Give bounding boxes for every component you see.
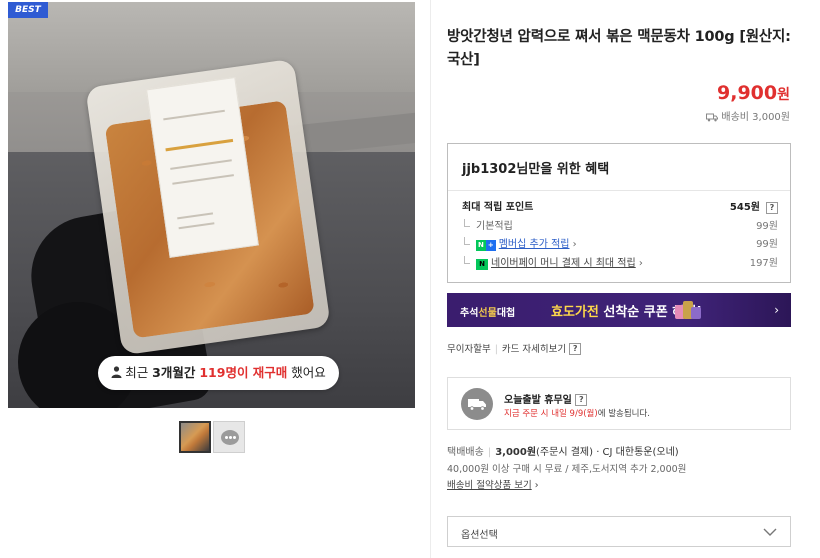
max-points-value: 545원 — [729, 202, 760, 213]
shipping-saving-link[interactable]: 배송비 절약상품 보기 — [447, 480, 532, 491]
card-details-link[interactable]: 카드 자세히보기 — [502, 344, 566, 355]
truck-icon — [706, 113, 719, 122]
separator: | — [494, 344, 498, 355]
benefit-divider — [448, 190, 790, 191]
benefit-title: jjb1302님만을 위한 혜택 — [462, 162, 610, 177]
price-value: 9,900 — [717, 82, 778, 104]
price-unit: 원 — [777, 87, 790, 103]
thumbnail-1[interactable] — [179, 421, 211, 453]
today-help-icon[interactable]: ? — [575, 394, 588, 406]
max-points-row: 최대 적립 포인트 545원 ? — [462, 200, 778, 216]
chevron-right-icon: › — [635, 258, 643, 269]
max-points-help-icon[interactable]: ? — [766, 202, 778, 214]
chevron-down-icon — [763, 528, 777, 536]
product-price: 9,900원 — [717, 82, 790, 104]
today-dispatch-note: 지금 주문 시 내일 9/9(월)에 발송됩니다. — [504, 409, 651, 419]
separator: | — [487, 447, 492, 458]
tree-elbow-icon — [464, 237, 470, 245]
naver-pay-icon: N — [476, 259, 488, 270]
image-product-bag — [85, 58, 331, 356]
thumbnail-2[interactable] — [213, 421, 245, 453]
delivery-info: 택배배송 | 3,000원(주문시 결제) · CJ 대한통운(오네) — [447, 443, 679, 458]
rebuy-suffix: 했어요 — [287, 365, 326, 380]
today-dispatch-box: 오늘출발 휴무일 ? 지금 주문 시 내일 9/9(월)에 발송됩니다. — [447, 377, 791, 430]
shipping-fee-text: 배송비 3,000원 — [721, 112, 790, 123]
delivery-method: 택배배송 — [447, 447, 484, 458]
npay-max-points-link[interactable]: 네이버페이 머니 결제 시 최대 적립 — [491, 258, 636, 269]
shipping-fee: 배송비 3,000원 — [706, 108, 790, 123]
points-row-npay: N 네이버페이 머니 결제 시 최대 적립 › 197원 — [462, 256, 778, 272]
banner-chevron-icon: › — [774, 303, 779, 317]
rebuy-info-pill: 최근 3개월간 119명이 재구매 했어요 — [98, 356, 339, 390]
person-icon — [111, 366, 122, 378]
points-row-basic: 기본적립 99원 — [462, 219, 778, 235]
delivery-fee: 3,000원 — [495, 447, 537, 458]
rebuy-count: 119명이 재구매 — [199, 365, 288, 380]
delivery-fee-note: (주문시 결제) — [536, 447, 594, 458]
option-select[interactable]: 옵션선택 — [447, 516, 791, 547]
membership-extra-points-link[interactable]: 멤버십 추가 적립 — [499, 239, 570, 250]
benefit-box: jjb1302님만을 위한 혜택 최대 적립 포인트 545원 ? 기본적립 9… — [447, 143, 791, 283]
card-help-icon[interactable]: ? — [569, 343, 582, 355]
rebuy-prefix: 최근 — [125, 365, 153, 380]
points-row-value: 197원 — [749, 258, 778, 269]
product-main-image[interactable]: 최근 3개월간 119명이 재구매 했어요 — [8, 2, 415, 408]
points-row-value: 99원 — [756, 221, 778, 232]
banner-event-label: 추석선물대첩 — [460, 308, 516, 319]
points-row-value: 99원 — [756, 239, 778, 250]
points-row-membership: N + 멤버십 추가 적립 › 99원 — [462, 237, 778, 253]
shipping-saving-row: 배송비 절약상품 보기 › — [447, 477, 539, 491]
installment-row: 무이자할부 | 카드 자세히보기 ? — [447, 341, 582, 355]
truck-icon — [461, 388, 493, 420]
naver-plus-membership-icon: N + — [476, 240, 496, 251]
max-points-label: 최대 적립 포인트 — [462, 202, 534, 213]
column-divider — [430, 0, 431, 558]
installment-label: 무이자할부 — [447, 344, 491, 355]
tree-elbow-icon — [464, 219, 470, 227]
chat-bubble-icon — [221, 430, 239, 445]
option-select-placeholder: 옵션선택 — [461, 530, 498, 541]
chevron-right-icon: › — [569, 239, 577, 250]
delivery-condition: 40,000원 이상 구매 시 무료 / 제주,도서지역 추가 2,000원 — [447, 464, 687, 475]
best-badge: BEST — [8, 2, 48, 18]
delivery-carrier: · CJ 대한통운(오네) — [596, 447, 679, 458]
product-title: 방앗간청년 압력으로 쪄서 볶은 맥문동차 100g [원산지: 국산] — [447, 29, 791, 68]
today-dispatch-title: 오늘출발 휴무일 ? — [504, 391, 588, 406]
gift-box-icon — [675, 299, 703, 321]
points-row-label: 기본적립 — [476, 221, 513, 232]
promo-banner[interactable]: 추석선물대첩 효도가전 선착순 쿠폰 혜택! › — [447, 293, 791, 327]
tree-elbow-icon — [464, 256, 470, 264]
chevron-right-icon: › — [534, 480, 539, 491]
rebuy-period: 3개월간 — [152, 365, 196, 380]
